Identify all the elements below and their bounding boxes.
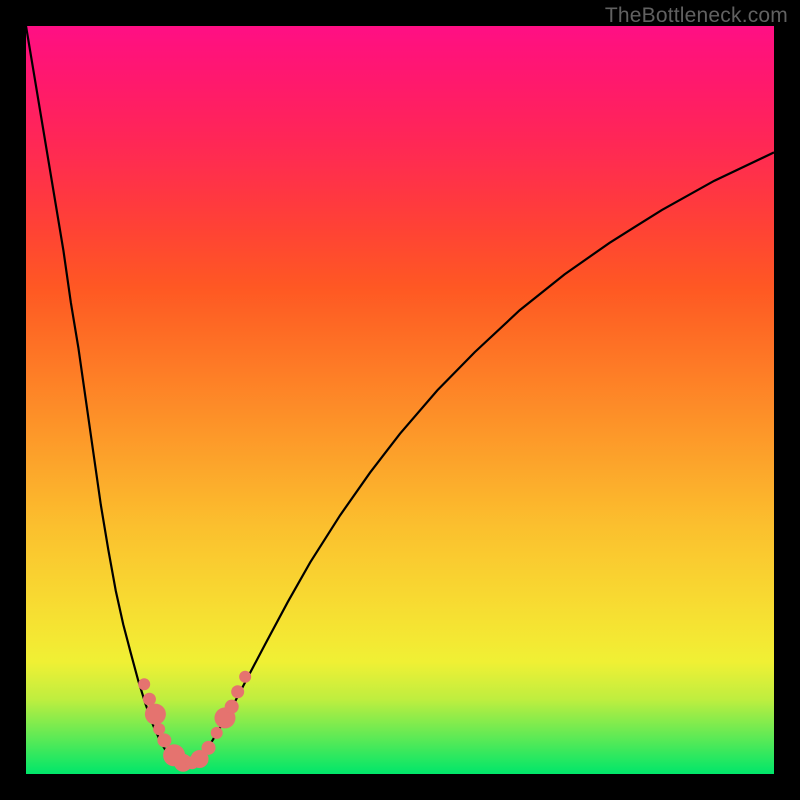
- plot-area: [26, 26, 774, 774]
- chart-frame: TheBottleneck.com: [0, 0, 800, 800]
- bottleneck-curve: [26, 26, 774, 766]
- curve-marker: [157, 733, 171, 747]
- curve-marker: [186, 756, 199, 769]
- curve-marker: [202, 741, 216, 755]
- curve-marker: [174, 754, 192, 772]
- curve-marker: [153, 723, 165, 735]
- curve-marker: [214, 707, 235, 728]
- curve-marker: [191, 750, 209, 768]
- curve-marker: [225, 700, 239, 714]
- curve-marker: [211, 727, 223, 739]
- bottleneck-curve-svg: [26, 26, 774, 774]
- curve-marker: [231, 685, 244, 698]
- curve-marker: [163, 744, 185, 766]
- curve-marker: [138, 678, 150, 690]
- curve-marker: [239, 671, 251, 683]
- curve-marker: [143, 693, 156, 706]
- watermark-text: TheBottleneck.com: [605, 4, 788, 28]
- marker-group: [138, 671, 251, 772]
- curve-marker: [145, 704, 166, 725]
